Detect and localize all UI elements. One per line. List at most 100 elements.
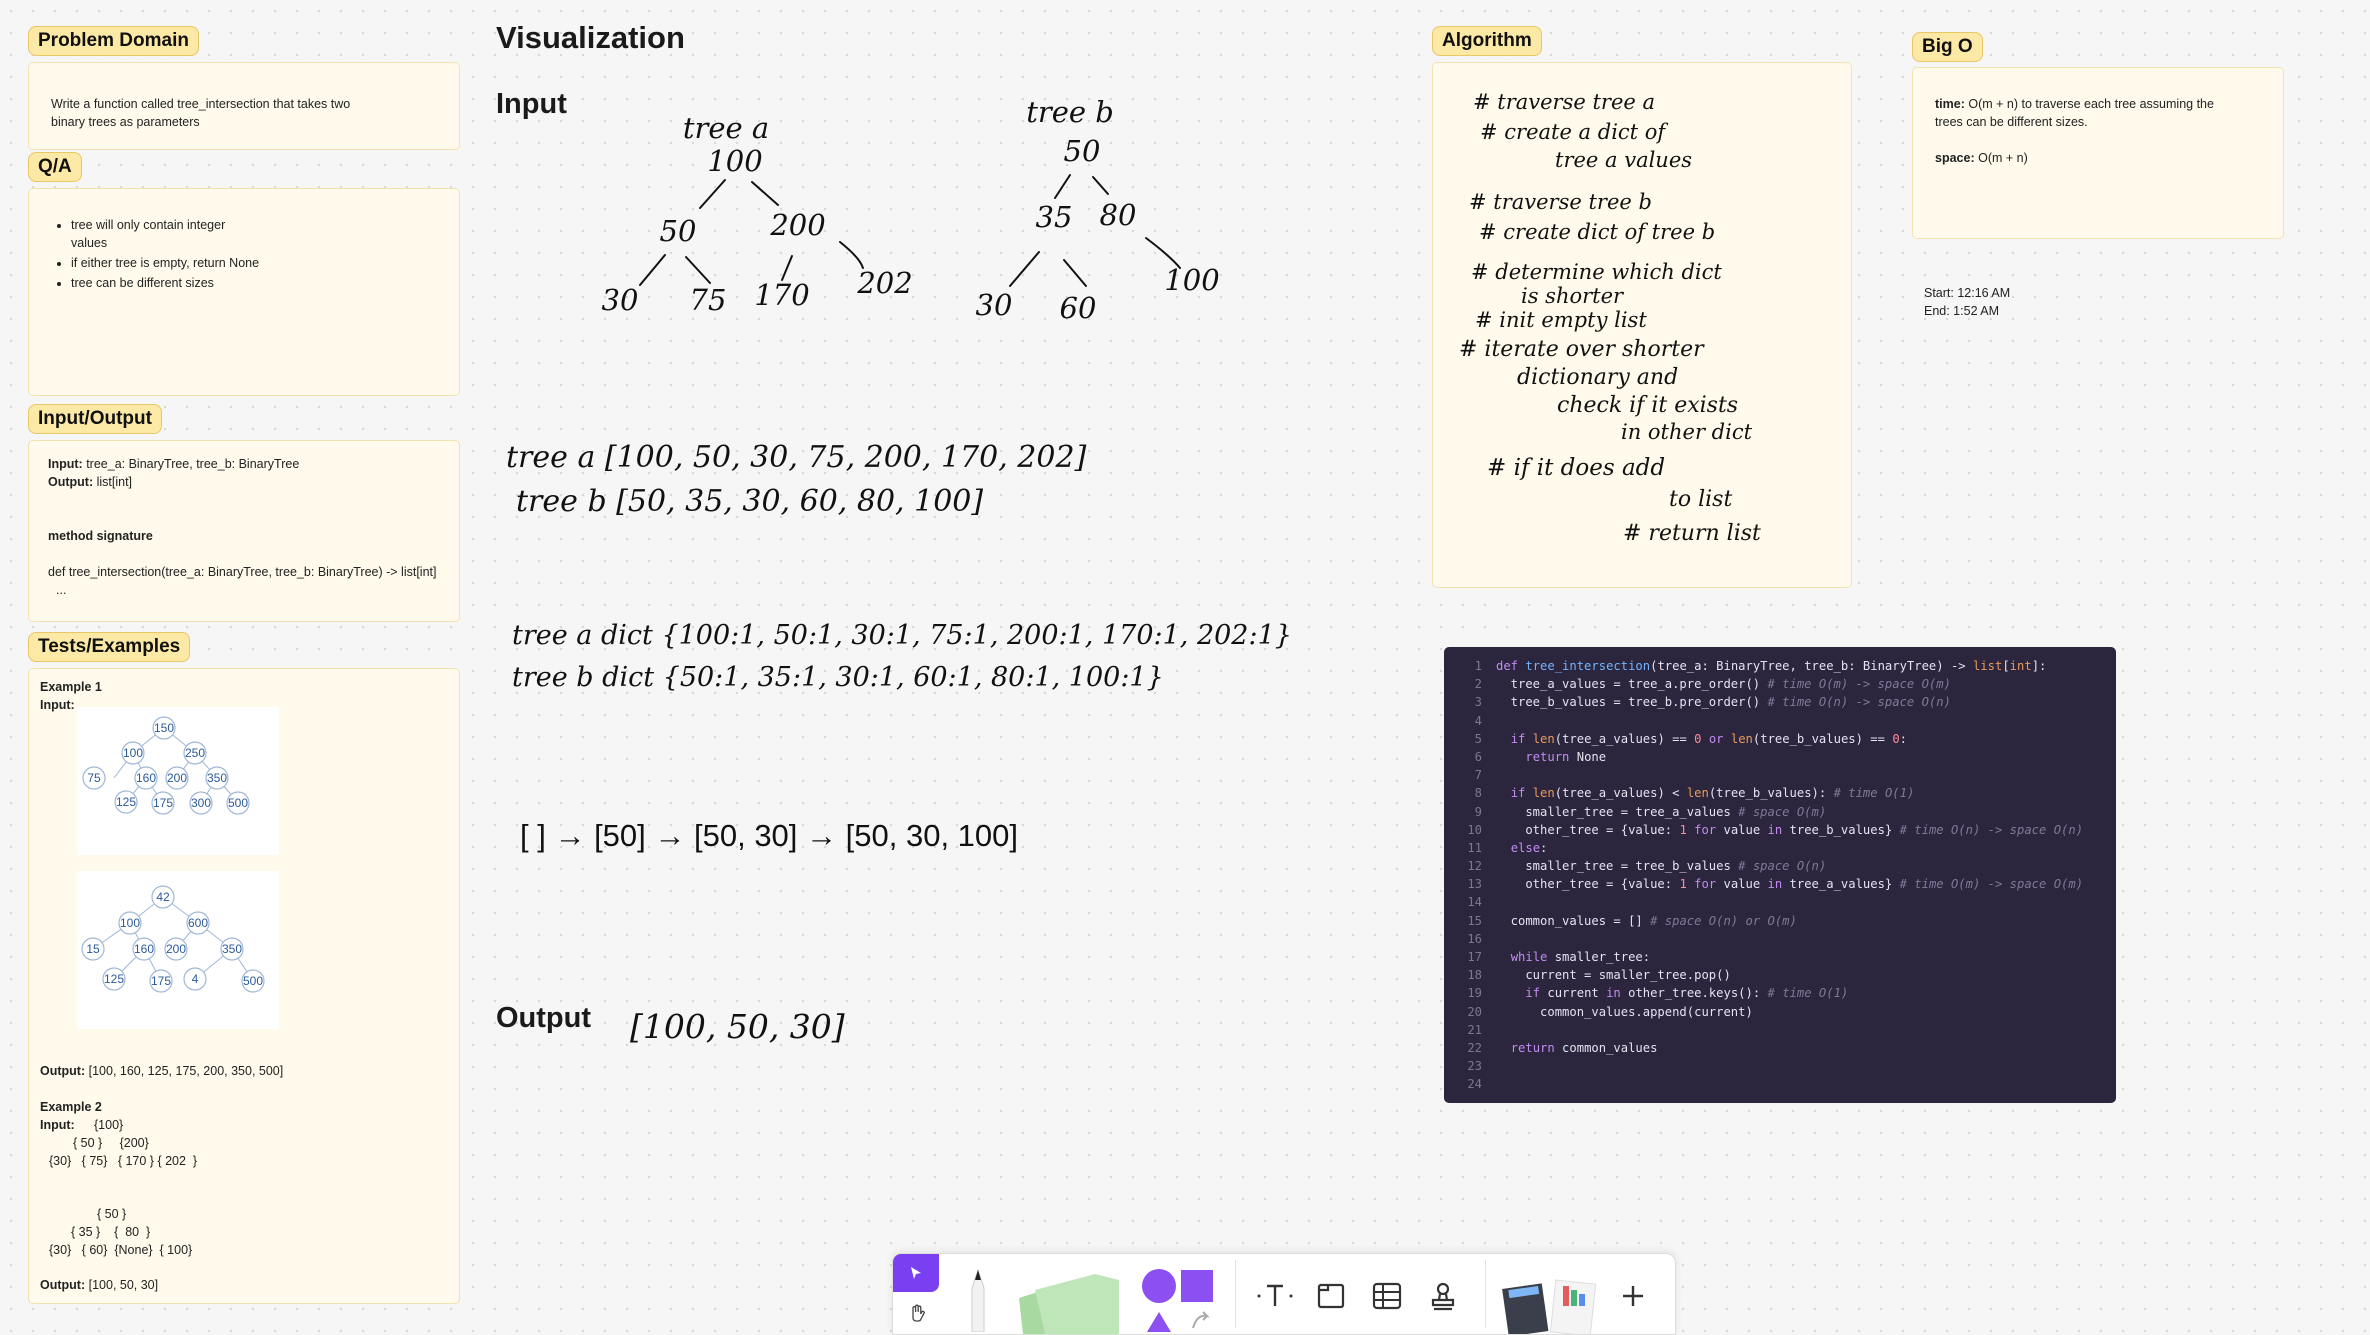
qa-tag[interactable]: Q/A <box>28 152 82 182</box>
example2-line: { 50 } {200} <box>73 1136 149 1150</box>
templates-icon[interactable] <box>1501 1268 1601 1334</box>
tree-a-sketch[interactable]: tree a 100 50 200 30 75 170 202 <box>560 100 940 330</box>
tree-node: 350 <box>207 771 227 785</box>
input-heading: Input <box>496 88 567 120</box>
line-number: 3 <box>1474 695 1482 710</box>
output-heading: Output <box>496 1002 592 1034</box>
example1-input-label: Input: <box>40 698 75 712</box>
big-o-tag[interactable]: Big O <box>1912 32 1983 62</box>
algorithm-line: dictionary and <box>1517 365 1679 390</box>
tree-b-node: 50 <box>1064 134 1101 168</box>
tree-node: 175 <box>153 796 173 810</box>
algorithm-line: # init empty list <box>1475 308 1647 332</box>
line-number: 15 <box>1467 913 1482 928</box>
code-block[interactable]: 1 def tree_intersection(tree_a: BinaryTre… <box>1444 647 2116 1103</box>
algorithm-line: # traverse tree b <box>1469 190 1652 214</box>
tree-b-label: tree b <box>1026 95 1114 129</box>
output-label: Output: <box>48 475 94 489</box>
tree-b-node: 30 <box>976 288 1013 322</box>
tree-node: 500 <box>228 796 248 810</box>
tree-node: 200 <box>166 942 186 956</box>
algorithm-line: # create dict of tree b <box>1479 220 1716 244</box>
qa-note[interactable]: tree will only contain integer values if… <box>28 188 460 396</box>
algorithm-tag[interactable]: Algorithm <box>1432 26 1542 56</box>
problem-domain-note[interactable]: Write a function called tree_intersectio… <box>28 62 460 150</box>
plus-icon[interactable] <box>1611 1274 1655 1318</box>
tree-a-node: 50 <box>660 214 697 248</box>
tree-b-dict: tree b dict {50:1, 35:1, 30:1, 60:1, 80:… <box>512 662 1164 693</box>
input-output-tag[interactable]: Input/Output <box>28 404 162 434</box>
tree-a-node: 200 <box>769 208 825 242</box>
tree-b-node: 35 <box>1036 200 1073 234</box>
example1-tree-image-2[interactable]: 42 100 600 15 160 200 350 125 175 4 500 <box>77 871 279 1029</box>
visualization-title: Visualization <box>496 20 685 55</box>
line-number: 20 <box>1467 1004 1482 1019</box>
tree-b-node: 80 <box>1100 198 1137 232</box>
example2-title: Example 2 <box>40 1100 102 1114</box>
tree-node: 75 <box>87 771 101 785</box>
example1-output: [100, 160, 125, 175, 200, 350, 500] <box>88 1064 284 1078</box>
example1-tree-2-svg: 42 100 600 15 160 200 350 125 175 4 500 <box>81 885 265 993</box>
shapes-icon[interactable] <box>1139 1266 1215 1332</box>
method-signature: def tree_intersection(tree_a: BinaryTree… <box>48 565 437 579</box>
big-o-note[interactable]: time: O(m + n) to traverse each tree ass… <box>1912 67 2284 239</box>
time-value: O(m + n) to traverse each tree assuming … <box>1935 97 2214 129</box>
example1-tree-image-1[interactable]: 150 100 250 75 160 200 350 125 175 300 5… <box>77 707 279 855</box>
line-number: 13 <box>1467 877 1482 892</box>
tree-a-node: 100 <box>707 144 762 178</box>
tree-node: 125 <box>116 795 136 809</box>
algorithm-line: # if it does add <box>1487 455 1666 481</box>
line-number: 21 <box>1467 1022 1482 1037</box>
tree-a-dict: tree a dict {100:1, 50:1, 30:1, 75:1, 20… <box>512 620 1292 651</box>
tree-node: 160 <box>136 771 156 785</box>
example2-input-label: Input: <box>40 1118 75 1132</box>
algorithm-line: tree a values <box>1555 148 1693 172</box>
line-number: 12 <box>1467 859 1482 874</box>
tree-a-label: tree a <box>683 111 769 145</box>
tree-a-node: 30 <box>602 283 639 317</box>
algorithm-line: # iterate over shorter <box>1459 337 1704 362</box>
table-icon[interactable] <box>1365 1274 1409 1318</box>
text-icon[interactable] <box>1253 1274 1297 1318</box>
tree-b-list: tree b [50, 35, 30, 60, 80, 100] <box>516 484 984 519</box>
line-number: 24 <box>1467 1077 1482 1092</box>
tree-node: 100 <box>120 916 140 930</box>
algorithm-line: check if it exists <box>1557 393 1739 418</box>
algorithm-line: # create a dict of <box>1480 120 1666 144</box>
line-number: 23 <box>1467 1059 1482 1074</box>
stamp-icon[interactable] <box>1421 1274 1465 1318</box>
hand-icon[interactable] <box>901 1298 933 1328</box>
line-number: 5 <box>1474 731 1482 746</box>
problem-domain-tag[interactable]: Problem Domain <box>28 26 199 56</box>
tree-node: 100 <box>123 746 143 760</box>
qa-list: tree will only contain integer values if… <box>43 216 261 294</box>
example2-line: {30} { 60} {None} { 100} <box>49 1243 193 1257</box>
line-number: 1 <box>1474 659 1482 673</box>
tree-a-node: 75 <box>690 283 727 317</box>
select-icon[interactable] <box>893 1254 939 1292</box>
line-number: 11 <box>1467 840 1482 855</box>
algorithm-line: to list <box>1669 487 1733 512</box>
tests-tag[interactable]: Tests/Examples <box>28 632 191 662</box>
sticky-note-icon[interactable] <box>1015 1268 1119 1334</box>
algorithm-note[interactable]: # traverse tree a # create a dict of tre… <box>1432 62 1852 588</box>
time-label: time: <box>1935 97 1965 111</box>
line-number: 10 <box>1467 822 1482 837</box>
qa-item: if either tree is empty, return None <box>71 254 261 272</box>
example1-title: Example 1 <box>40 680 102 694</box>
tree-node: 300 <box>191 796 211 810</box>
example2-output-label: Output: <box>40 1278 86 1292</box>
output-value: [100, 50, 30] <box>630 1007 845 1046</box>
end-time: End: 1:52 AM <box>1924 304 2000 318</box>
algorithm-line: # return list <box>1623 521 1761 546</box>
example2-line: { 50 } <box>97 1207 127 1221</box>
section-icon[interactable] <box>1309 1274 1353 1318</box>
tests-note[interactable]: Example 1 Input: 150 100 250 75 160 200 … <box>28 668 460 1304</box>
algorithm-line: is shorter <box>1521 284 1624 308</box>
tree-node: 4 <box>192 972 199 986</box>
tree-node: 200 <box>167 771 187 785</box>
pen-icon[interactable] <box>963 1264 993 1334</box>
tree-b-sketch[interactable]: tree b 50 35 80 30 60 100 <box>960 90 1250 330</box>
input-output-note[interactable]: Input: tree_a: BinaryTree, tree_b: Binar… <box>28 440 460 622</box>
line-number: 16 <box>1467 931 1482 946</box>
